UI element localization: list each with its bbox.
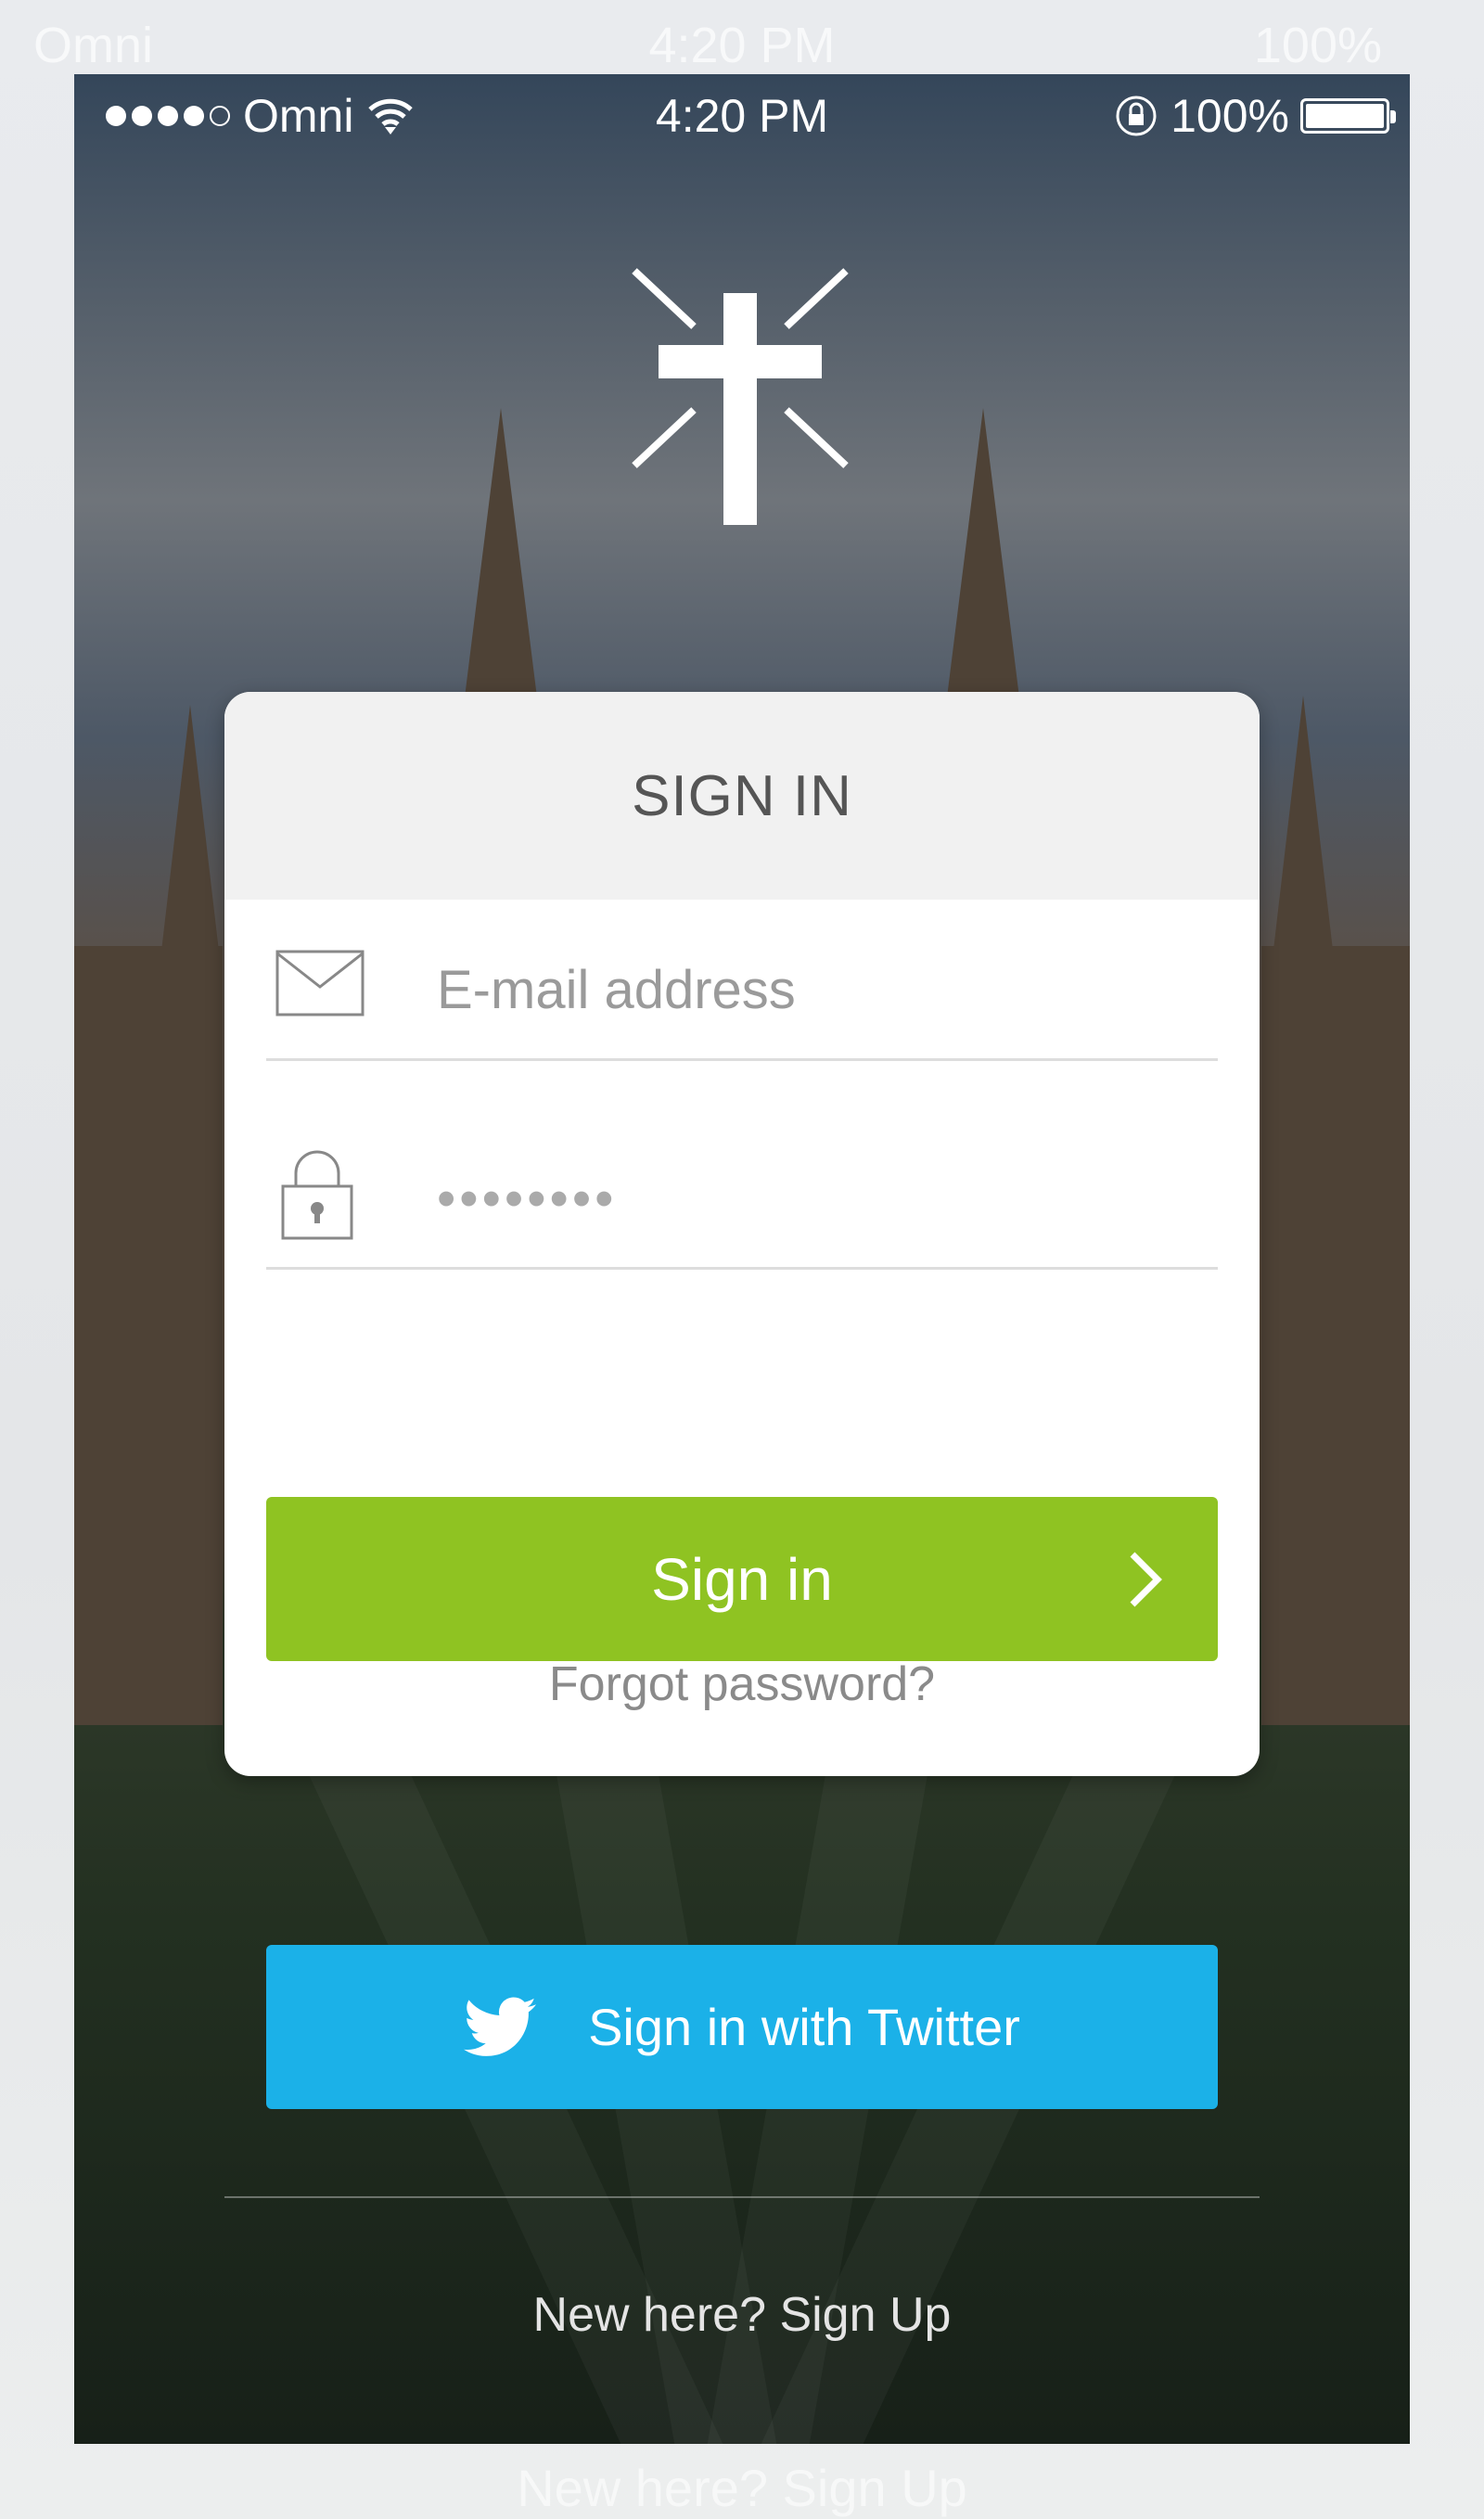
rotation-lock-icon	[1116, 96, 1157, 136]
chevron-right-icon	[1130, 1552, 1162, 1607]
status-bar: Omni 4:20 PM 100%	[74, 89, 1410, 145]
forgot-password-link[interactable]: Forgot password?	[224, 1656, 1260, 1712]
background-battery: 100%	[1253, 18, 1382, 73]
email-field[interactable]: E-mail address	[266, 922, 1218, 1061]
sign-up-link[interactable]: New here? Sign Up	[74, 2287, 1410, 2343]
sign-in-label: Sign in	[651, 1545, 833, 1613]
twitter-bird-icon	[464, 1996, 537, 2056]
lock-icon	[281, 1150, 353, 1240]
sign-in-card: SIGN IN E-mail address •••••••• Sign in …	[224, 692, 1260, 1776]
password-value: ••••••••	[437, 1169, 618, 1229]
divider	[224, 2196, 1260, 2198]
password-field[interactable]: ••••••••	[266, 1131, 1218, 1270]
sign-in-button[interactable]: Sign in	[266, 1497, 1218, 1661]
email-placeholder: E-mail address	[437, 960, 796, 1020]
twitter-sign-in-button[interactable]: Sign in with Twitter	[266, 1945, 1218, 2109]
background-status-bar: Omni 4:20 PM 100%	[0, 17, 1484, 76]
envelope-icon	[275, 950, 365, 1017]
card-title: SIGN IN	[224, 692, 1260, 900]
phone-screen: Omni 4:20 PM 100% SIGN IN E-mail address…	[74, 74, 1410, 2444]
battery-icon	[1300, 98, 1396, 134]
cross-logo	[632, 268, 849, 525]
background-sign-up-text: New here? Sign Up	[517, 2459, 967, 2517]
battery-percent: 100%	[1171, 90, 1289, 142]
twitter-label: Sign in with Twitter	[588, 1998, 1020, 2056]
